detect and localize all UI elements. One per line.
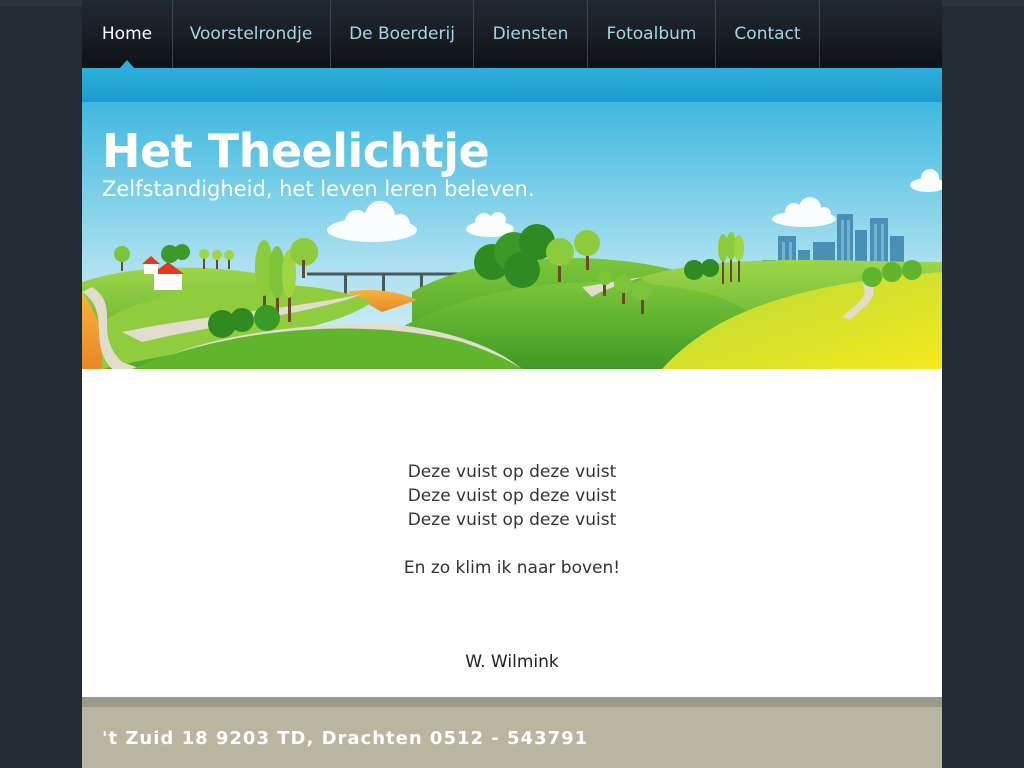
nav-item-voorstelrondje[interactable]: Voorstelrondje bbox=[172, 0, 331, 68]
header-banner: Het Theelichtje Zelfstandigheid, het lev… bbox=[82, 68, 942, 369]
page-wrapper: Home Voorstelrondje De Boerderij Dienste… bbox=[82, 0, 942, 768]
poem-author: W. Wilmink bbox=[465, 652, 559, 672]
main-content: Deze vuist op deze vuist Deze vuist op d… bbox=[82, 369, 942, 697]
poem-stanza-gap bbox=[82, 532, 942, 556]
nav-item-de-boerderij[interactable]: De Boerderij bbox=[331, 0, 474, 68]
poem-line: Deze vuist op deze vuist bbox=[407, 510, 617, 530]
site-title: Het Theelichtje bbox=[102, 124, 490, 178]
nav-item-contact[interactable]: Contact bbox=[716, 0, 820, 68]
site-tagline: Zelfstandigheid, het leven leren beleven… bbox=[102, 177, 535, 201]
poem-line: Deze vuist op deze vuist bbox=[407, 462, 617, 482]
nav-item-home[interactable]: Home bbox=[82, 0, 173, 68]
poem: Deze vuist op deze vuist Deze vuist op d… bbox=[82, 460, 942, 580]
nav-item-fotoalbum[interactable]: Fotoalbum bbox=[588, 0, 716, 68]
footer-address: 't Zuid 18 9203 TD, Drachten 0512 - 5437… bbox=[102, 728, 589, 749]
main-nav: Home Voorstelrondje De Boerderij Dienste… bbox=[82, 0, 942, 69]
nav-item-diensten[interactable]: Diensten bbox=[474, 0, 588, 68]
poem-line: En zo klim ik naar boven! bbox=[403, 558, 621, 578]
footer: 't Zuid 18 9203 TD, Drachten 0512 - 5437… bbox=[82, 707, 942, 768]
header-band bbox=[82, 68, 942, 102]
footer-stripe bbox=[82, 697, 942, 707]
poem-line: Deze vuist op deze vuist bbox=[407, 486, 617, 506]
